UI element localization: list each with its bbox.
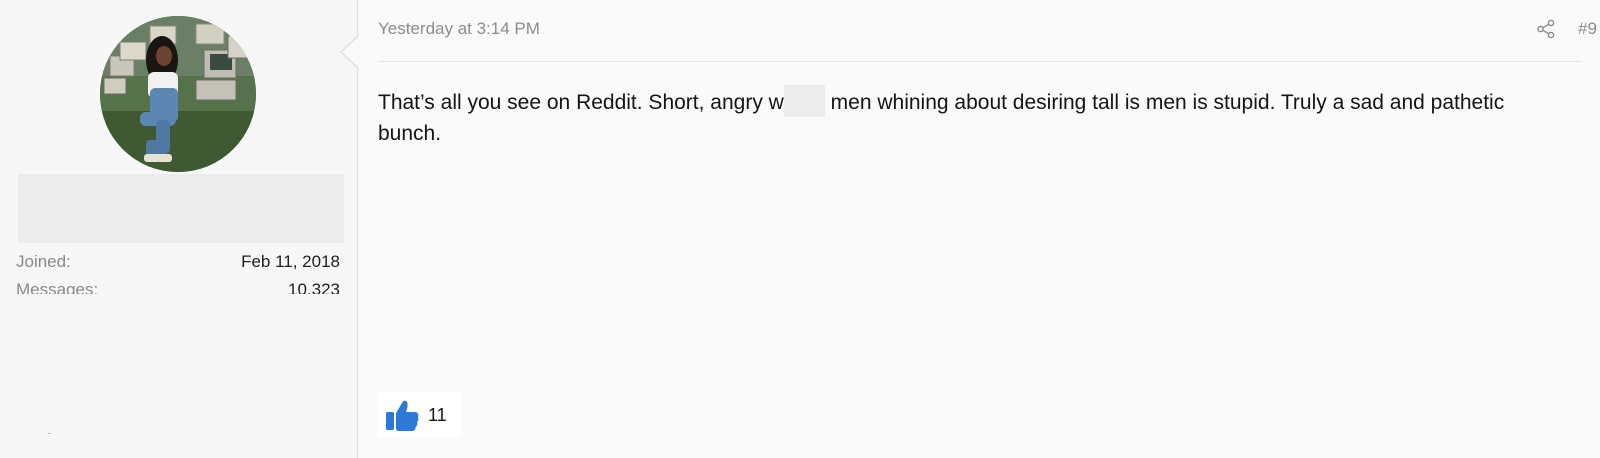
divider (48, 433, 51, 434)
message-text: That’s all you see on Reddit. Short, ang… (378, 85, 1538, 149)
stat-label: Messages: (16, 280, 99, 294)
like-count: 11 (428, 404, 447, 425)
stat-joined: Joined: Feb 11, 2018 (16, 252, 340, 272)
post-timestamp[interactable]: Yesterday at 3:14 PM (378, 19, 540, 39)
user-sidebar: Joined: Feb 11, 2018 Messages: 10,323 (0, 0, 358, 458)
stat-messages: Messages: 10,323 (16, 280, 340, 294)
like-reaction[interactable]: 11 (377, 392, 461, 438)
stat-label: Joined: (16, 252, 71, 271)
stat-value: 10,323 (288, 280, 340, 294)
message-text-part: That’s all you see on Reddit. Short, ang… (378, 91, 784, 114)
message-body: Yesterday at 3:14 PM #9 That’s all you s… (359, 0, 1600, 458)
post-number-link[interactable]: #9 (1578, 19, 1597, 39)
avatar-image[interactable] (100, 16, 256, 172)
redacted-text (783, 85, 825, 117)
thumbs-up-icon (386, 400, 419, 431)
avatar[interactable] (100, 16, 256, 172)
stat-value: Feb 11, 2018 (241, 252, 340, 271)
redacted-username (18, 174, 344, 243)
bubble-arrow-fill (342, 36, 359, 68)
forum-post: Joined: Feb 11, 2018 Messages: 10,323 Ye… (0, 0, 1600, 458)
share-icon[interactable] (1536, 19, 1556, 39)
message-header: Yesterday at 3:14 PM #9 (378, 0, 1597, 62)
